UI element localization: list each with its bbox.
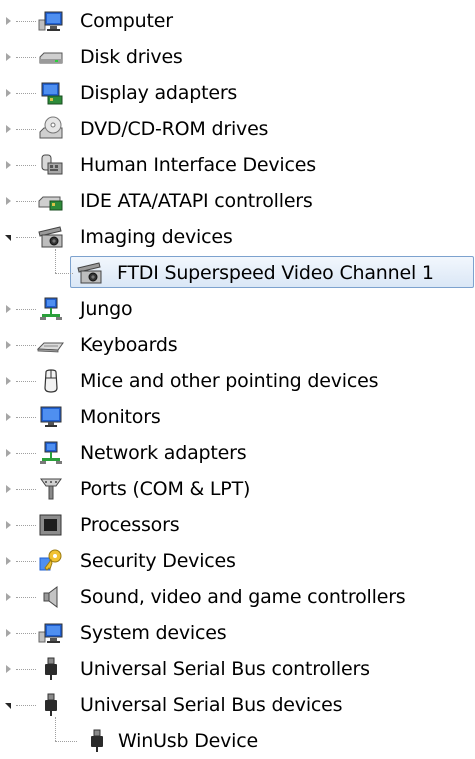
tree-item-system-devices[interactable]: System devices: [0, 615, 475, 651]
network-icon: [40, 297, 62, 320]
usb-plug-icon: [45, 657, 57, 680]
tree-item-label: Monitors: [80, 406, 161, 428]
tree-item-ftdi-video-channel[interactable]: FTDI Superspeed Video Channel 1: [0, 249, 475, 291]
tree-item-label: Keyboards: [80, 334, 178, 356]
tree-item-label: WinUsb Device: [118, 730, 258, 752]
camera-icon: [77, 262, 102, 284]
tree-item-label: Ports (COM & LPT): [80, 478, 251, 500]
tree-item-processors[interactable]: Processors: [0, 507, 475, 543]
tree-item-label: Computer: [80, 10, 173, 32]
tree-item-label: IDE ATA/ATAPI controllers: [80, 190, 313, 212]
tree-item-sound-video-game[interactable]: Sound, video and game controllers: [0, 579, 475, 615]
tree-item-label: Jungo: [80, 298, 133, 320]
tree-item-network-adapters[interactable]: Network adapters: [0, 435, 475, 471]
speaker-icon: [43, 586, 58, 608]
tree-item-usb-devices[interactable]: Universal Serial Bus devices: [0, 687, 475, 723]
tree-item-monitors[interactable]: Monitors: [0, 399, 475, 435]
tree-item-display-adapters[interactable]: Display adapters: [0, 75, 475, 111]
expand-arrow-icon[interactable]: [3, 87, 13, 99]
tree-item-mice[interactable]: Mice and other pointing devices: [0, 363, 475, 399]
expand-arrow-icon[interactable]: [3, 159, 13, 171]
tree-item-label: Sound, video and game controllers: [80, 586, 406, 608]
usb-plug-icon: [91, 729, 103, 752]
collapse-arrow-icon[interactable]: [3, 699, 13, 711]
expand-arrow-icon[interactable]: [3, 663, 13, 675]
tree-item-label: Imaging devices: [80, 226, 233, 248]
expand-arrow-icon[interactable]: [3, 15, 13, 27]
monitor-icon: [40, 406, 62, 427]
tree-item-computer[interactable]: Computer: [0, 3, 475, 39]
expand-arrow-icon[interactable]: [3, 339, 13, 351]
tree-item-label: Processors: [80, 514, 180, 536]
expand-arrow-icon[interactable]: [3, 375, 13, 387]
tree-item-human-interface-devices[interactable]: Human Interface Devices: [0, 147, 475, 183]
tree-item-label: Universal Serial Bus controllers: [80, 658, 370, 680]
tree-item-dvd-cd-rom-drives[interactable]: DVD/CD-ROM drives: [0, 111, 475, 147]
tree-item-ide-controllers[interactable]: IDE ATA/ATAPI controllers: [0, 183, 475, 219]
network-icon: [40, 441, 62, 464]
port-icon: [40, 478, 62, 500]
expand-arrow-icon[interactable]: [3, 51, 13, 63]
device-tree: Computer Disk drives Display adapters DV…: [0, 3, 475, 759]
tree-item-label: Human Interface Devices: [80, 154, 316, 176]
tree-item-label: Network adapters: [80, 442, 247, 464]
expand-arrow-icon[interactable]: [3, 555, 13, 567]
dvd-drive-icon: [39, 116, 63, 139]
expand-arrow-icon[interactable]: [3, 195, 13, 207]
tree-item-jungo[interactable]: Jungo: [0, 291, 475, 327]
expand-arrow-icon[interactable]: [3, 627, 13, 639]
tree-item-label: Universal Serial Bus devices: [80, 694, 343, 716]
computer-icon: [38, 623, 63, 643]
tree-item-label: Display adapters: [80, 82, 238, 104]
tree-item-disk-drives[interactable]: Disk drives: [0, 39, 475, 75]
expand-arrow-icon[interactable]: [3, 483, 13, 495]
expand-arrow-icon[interactable]: [3, 519, 13, 531]
expand-arrow-icon[interactable]: [3, 123, 13, 135]
tree-item-label: DVD/CD-ROM drives: [80, 118, 269, 140]
processor-icon: [39, 514, 62, 536]
tree-item-label: Disk drives: [80, 46, 183, 68]
tree-item-usb-controllers[interactable]: Universal Serial Bus controllers: [0, 651, 475, 687]
tree-item-label: Security Devices: [80, 550, 236, 572]
ide-controller-icon: [38, 196, 63, 211]
expand-arrow-icon[interactable]: [3, 303, 13, 315]
tree-item-security-devices[interactable]: Security Devices: [0, 543, 475, 579]
disk-drive-icon: [39, 52, 63, 64]
computer-icon: [38, 11, 63, 31]
tree-item-label: FTDI Superspeed Video Channel 1: [117, 262, 434, 284]
expand-arrow-icon[interactable]: [3, 411, 13, 423]
display-adapter-icon: [41, 82, 63, 105]
tree-item-label: Mice and other pointing devices: [80, 370, 379, 392]
tree-item-keyboards[interactable]: Keyboards: [0, 327, 475, 363]
hid-icon: [41, 154, 63, 175]
camera-icon: [38, 226, 63, 248]
keyboard-icon: [36, 342, 64, 353]
key-icon: [39, 549, 62, 571]
tree-item-imaging-devices[interactable]: Imaging devices: [0, 219, 475, 255]
mouse-icon: [44, 369, 58, 393]
usb-plug-icon: [45, 693, 57, 716]
tree-item-ports[interactable]: Ports (COM & LPT): [0, 471, 475, 507]
expand-arrow-icon[interactable]: [3, 447, 13, 459]
expand-arrow-icon[interactable]: [3, 591, 13, 603]
tree-item-label: System devices: [80, 622, 227, 644]
collapse-arrow-icon[interactable]: [3, 231, 13, 243]
